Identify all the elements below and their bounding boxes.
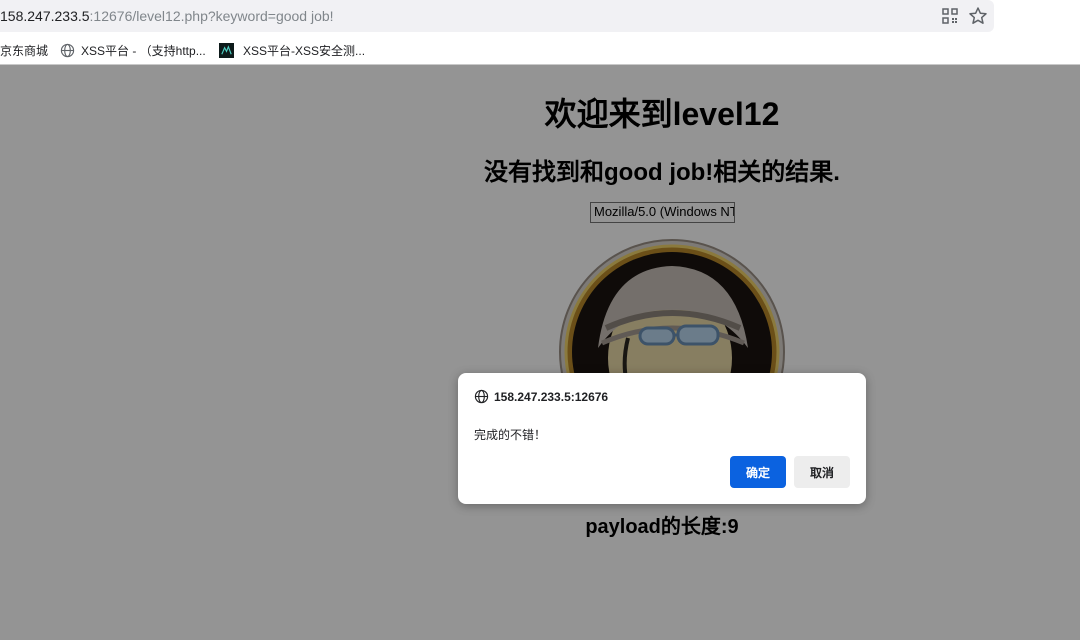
qr-code-icon[interactable] — [940, 6, 960, 26]
bookmark-label: XSS平台-XSS安全测... — [243, 43, 366, 58]
bookmark-label: 京东商城 — [0, 43, 49, 58]
dialog-origin: 158.247.233.5:12676 — [494, 389, 609, 404]
site-favicon-icon — [219, 42, 234, 58]
globe-icon — [474, 389, 489, 404]
bookmark-jd[interactable]: 京东商城 — [0, 41, 48, 59]
url-field[interactable]: 158.247.233.5:12676/level12.php?keyword=… — [0, 0, 994, 32]
alert-dialog: 158.247.233.5:12676 完成的不错！ 确定 取消 — [458, 373, 866, 504]
url-host: 158.247.233.5 — [0, 8, 90, 24]
bookmark-star-icon[interactable] — [968, 6, 988, 26]
bookmark-xss-platform[interactable]: XSS平台 - （支持http... — [60, 41, 206, 59]
ok-button[interactable]: 确定 — [730, 456, 786, 488]
bookmark-xss-test[interactable]: XSS平台-XSS安全测... — [219, 41, 365, 59]
dialog-title: 158.247.233.5:12676 — [474, 389, 608, 404]
dialog-message: 完成的不错！ — [474, 428, 547, 442]
globe-icon — [60, 43, 75, 57]
bookmark-label: XSS平台 - （支持http... — [81, 43, 206, 58]
address-bar: 158.247.233.5:12676/level12.php?keyword=… — [0, 0, 1080, 33]
url-text[interactable]: 158.247.233.5:12676/level12.php?keyword=… — [0, 8, 334, 24]
bookmarks-bar: 京东商城 XSS平台 - （支持http... XSS平台-XSS安全测... — [0, 33, 1080, 65]
modal-overlay — [0, 65, 1080, 640]
cancel-button[interactable]: 取消 — [794, 456, 850, 488]
url-path: :12676/level12.php?keyword=good job! — [89, 8, 334, 24]
